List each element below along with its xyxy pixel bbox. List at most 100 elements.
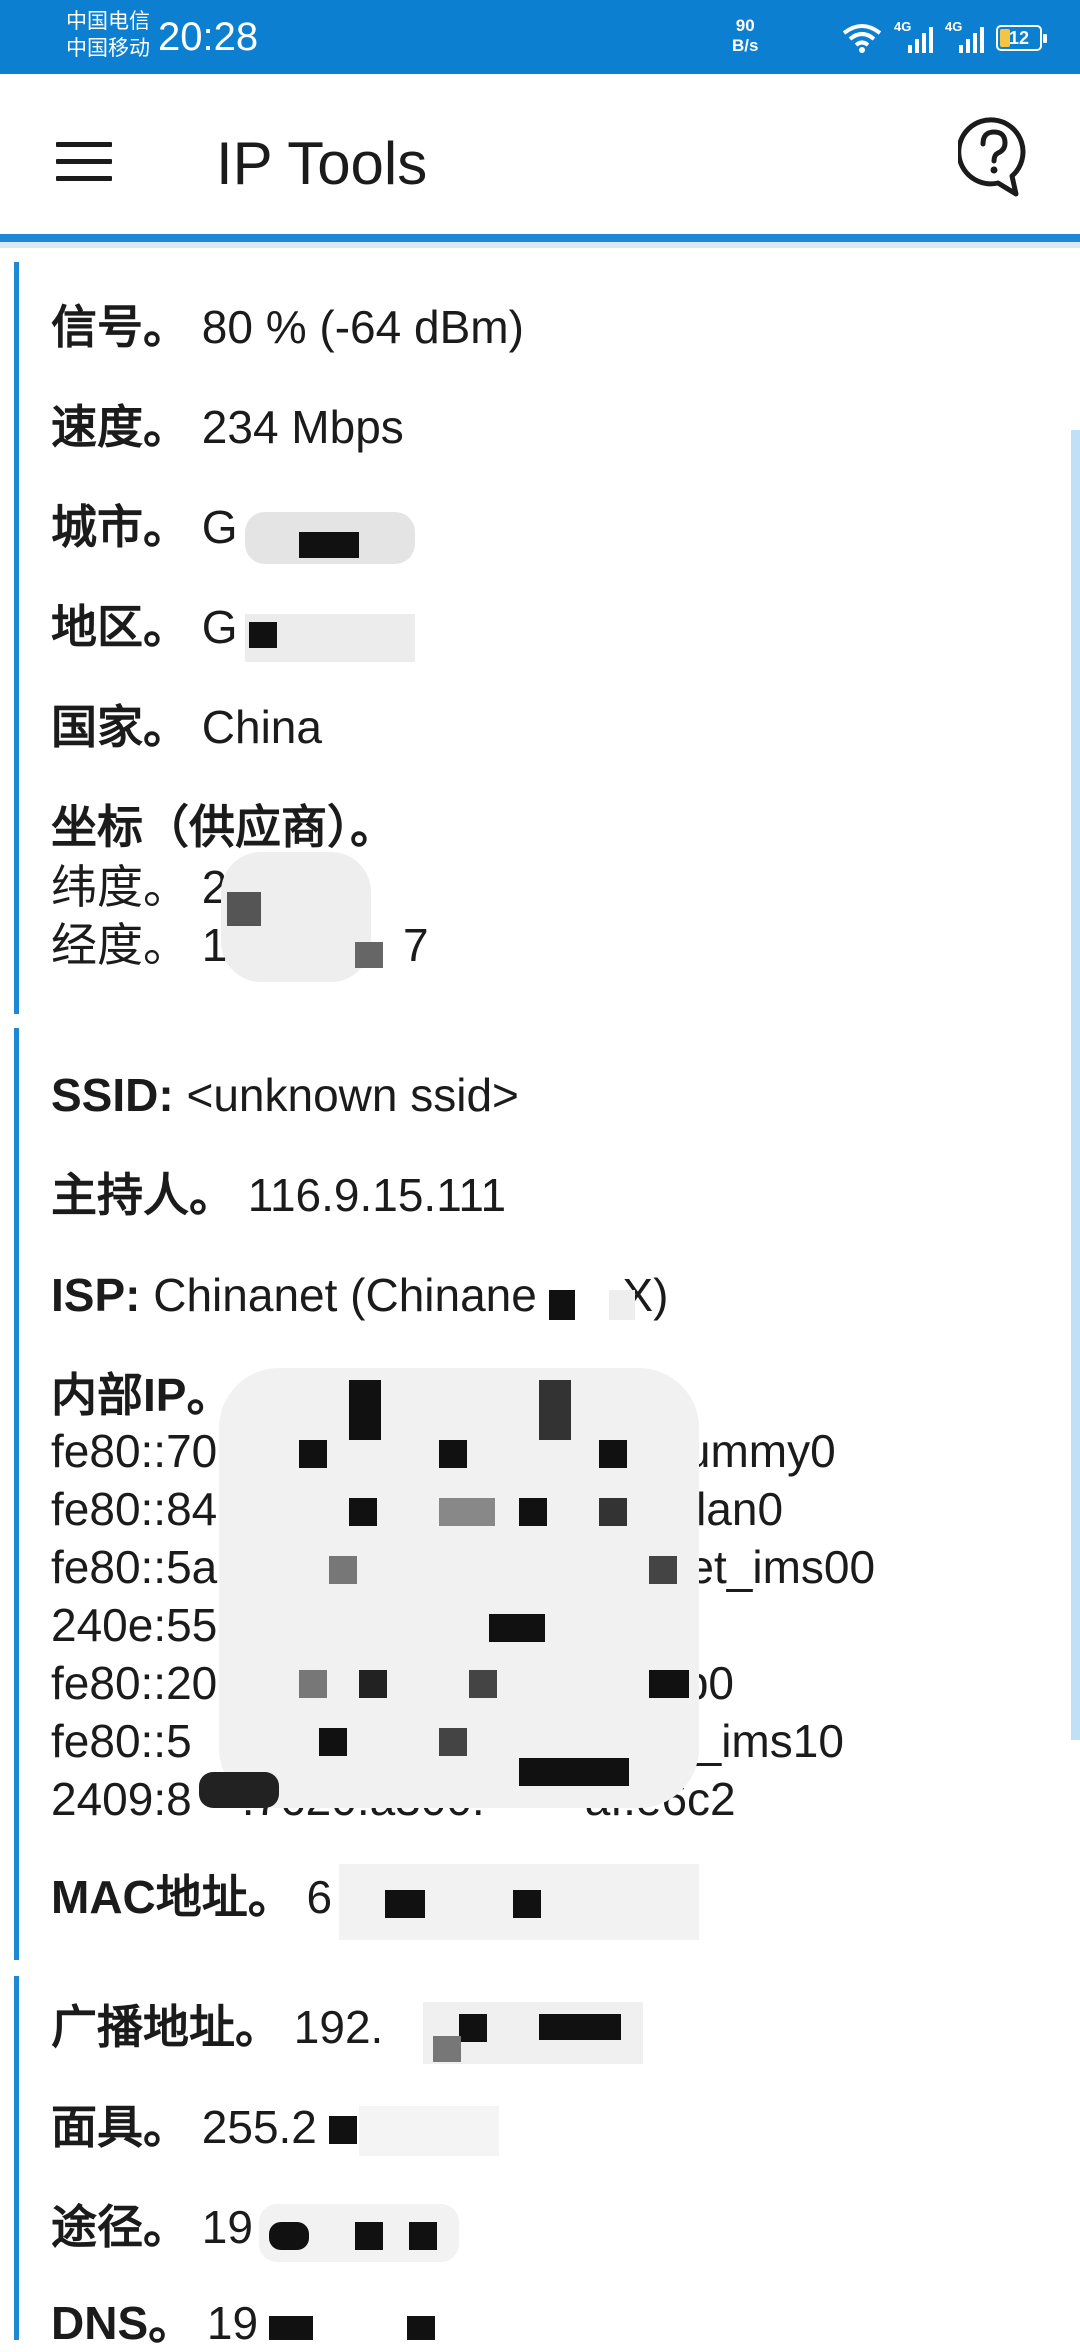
longitude-label: 经度。 [51, 919, 189, 971]
region-label: 地区。 [51, 601, 189, 653]
redaction-mask [459, 2014, 487, 2042]
signal-icon: 4G [945, 19, 984, 53]
redaction-mask [359, 1670, 387, 1698]
help-icon[interactable] [958, 116, 1030, 198]
coords-heading: 坐标（供应商）。 [51, 798, 396, 856]
city-row: 城市。 G [51, 498, 238, 556]
city-label: 城市。 [51, 501, 189, 553]
redaction-mask [439, 1440, 467, 1468]
clock: 20:28 [158, 15, 259, 59]
status-icons: 4G 4G 12 [842, 18, 1047, 58]
wifi-icon [842, 24, 882, 53]
redaction-mask [439, 1498, 495, 1526]
redaction-mask [599, 1498, 627, 1526]
redaction-mask [319, 1728, 347, 1756]
redaction-mask [349, 1498, 377, 1526]
sim1-network-type: 4G [894, 19, 912, 34]
redaction-mask [539, 2014, 621, 2040]
signal-label: 信号。 [51, 301, 189, 353]
ipv6-line-start: fe80::5a0 [51, 1541, 243, 1593]
redaction-mask [549, 1290, 575, 1320]
longitude-tail: 7 [402, 919, 429, 971]
ipv6-line-start: 240e:556 [51, 1599, 243, 1651]
region-value: G [201, 601, 238, 653]
mask-row: 面具。 255.2 [51, 2098, 317, 2156]
mask-label: 面具。 [51, 2101, 189, 2153]
carrier-names: 中国电信 中国移动 [66, 8, 150, 62]
broadcast-label: 广播地址。 [51, 2001, 281, 2053]
coords-label: 坐标（供应商）。 [51, 801, 396, 853]
broadcast-value: 192. [293, 2001, 384, 2053]
host-row: 主持人。 116.9.15.111 [51, 1166, 506, 1224]
speed-value: 234 Mbps [201, 401, 404, 453]
route-row: 途径。 19 [51, 2198, 253, 2256]
isp-row: ISP: Chinanet (Chinane X) [51, 1266, 668, 1324]
host-value: 116.9.15.111 [247, 1169, 507, 1221]
speed-row: 速度。 234 Mbps [51, 398, 404, 456]
network-speed-value: 90 [735, 16, 755, 35]
mac-row: MAC地址。 6 [51, 1868, 332, 1926]
redaction-mask [407, 2316, 435, 2340]
internal-ip-label: 内部IP。 [51, 1369, 233, 1421]
ipv6-line-start: fe80::84b [51, 1483, 243, 1535]
redaction-mask [269, 2222, 309, 2250]
carrier-2: 中国移动 [66, 37, 150, 60]
speed-label: 速度。 [51, 401, 189, 453]
tab-strip [0, 242, 1080, 248]
redaction-mask [355, 942, 383, 968]
app-title: IP Tools [216, 130, 428, 197]
longitude-value: 1 [201, 919, 228, 971]
latitude-label: 纬度。 [51, 861, 189, 913]
redaction-mask [199, 1772, 279, 1808]
network-speed-unit: B/s [732, 36, 759, 55]
mask-value: 255.2 [201, 2101, 317, 2153]
dns-row: DNS。 19 [51, 2294, 258, 2352]
ipv6-line-start: fe80::5 [51, 1715, 192, 1767]
route-label: 途径。 [51, 2201, 189, 2253]
redaction-mask [519, 1758, 629, 1786]
redaction-mask [489, 1614, 545, 1642]
city-value: G [201, 501, 238, 553]
country-row: 国家。 China [51, 698, 322, 756]
redaction-mask [469, 1670, 497, 1698]
redaction-mask [299, 532, 359, 558]
redaction-mask [329, 1556, 357, 1584]
broadcast-row: 广播地址。 192. [51, 1998, 383, 2056]
redaction-mask [349, 1380, 381, 1440]
redaction-mask [269, 2316, 313, 2340]
battery-icon: 12 [996, 25, 1047, 51]
mac-label: MAC地址。 [51, 1871, 294, 1923]
signal-row: 信号。 80 % (-64 dBm) [51, 298, 524, 356]
app-bar-divider [0, 234, 1080, 242]
battery-level: 12 [1008, 28, 1030, 48]
redaction-mask [649, 1670, 689, 1698]
redaction-mask [609, 1290, 635, 1320]
dns-value: 19 [206, 2297, 259, 2349]
app-bar: IP Tools [0, 74, 1080, 234]
isp-value: Chinanet (Chinane [153, 1269, 537, 1321]
route-value: 19 [201, 2201, 253, 2253]
scrollbar[interactable] [1071, 430, 1080, 1740]
network-card: SSID: <unknown ssid> 主持人。 116.9.15.111 I… [14, 1028, 1059, 1960]
redaction-mask [385, 1890, 425, 1918]
redaction-mask [599, 1440, 627, 1468]
redaction-mask [329, 2116, 357, 2144]
latitude-row: 纬度。 2 [51, 858, 227, 916]
location-card: 信号。 80 % (-64 dBm) 速度。 234 Mbps 城市。 G 地区… [14, 262, 1059, 1014]
redaction-mask [355, 2222, 383, 2250]
ssid-label: SSID: [51, 1069, 174, 1121]
host-label: 主持人。 [51, 1169, 235, 1221]
mac-value: 6 [306, 1871, 333, 1923]
redaction-mask [513, 1890, 541, 1918]
carrier-1: 中国电信 [66, 10, 150, 33]
redaction-mask [439, 1728, 467, 1756]
status-bar: 中国电信 中国移动 20:28 90 B/s 4G 4G 12 [0, 0, 1080, 74]
ipv6-line-start: 2409:8 [51, 1773, 192, 1825]
redaction-mask [249, 622, 277, 648]
sim2-network-type: 4G [945, 19, 963, 34]
menu-icon[interactable] [56, 142, 112, 181]
redaction-mask [409, 2222, 437, 2250]
country-value: China [201, 701, 322, 753]
redaction-mask [299, 1670, 327, 1698]
redaction-mask [433, 2036, 461, 2062]
